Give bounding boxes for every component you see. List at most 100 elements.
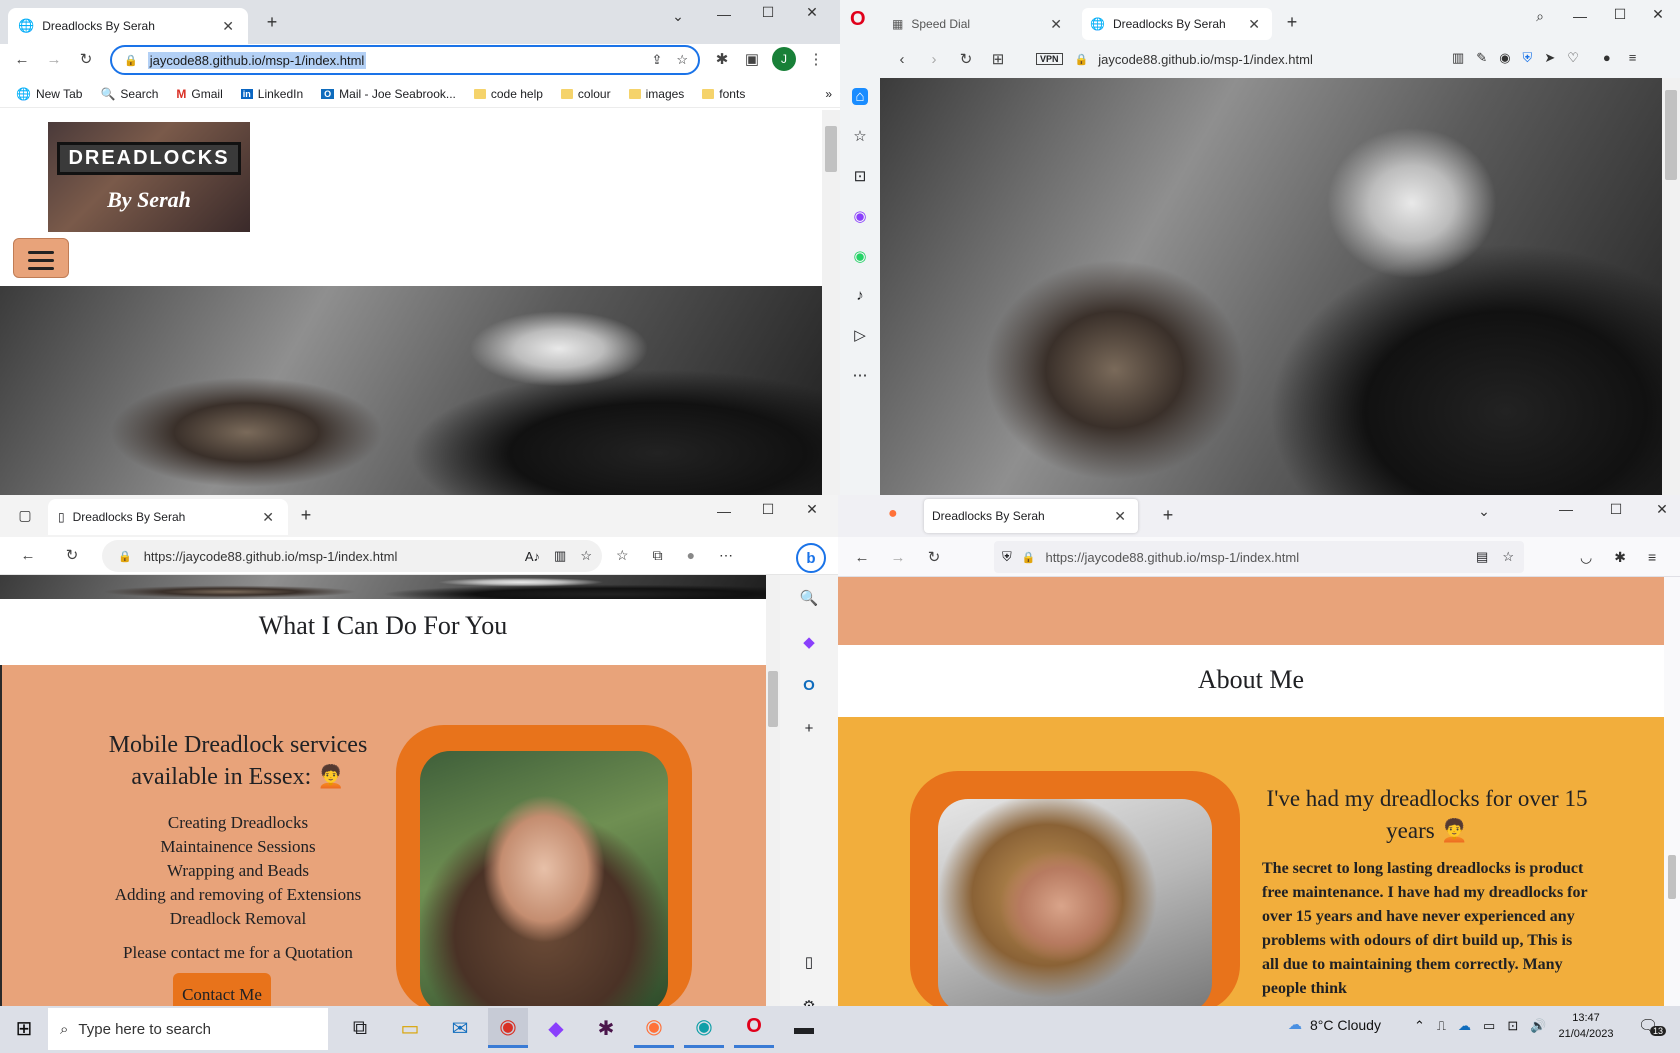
whatsapp-icon[interactable]: ◉ xyxy=(853,247,866,265)
task-view-icon[interactable]: ⧉ xyxy=(340,1008,380,1048)
site-logo[interactable]: DREADLOCKS By Serah xyxy=(48,122,250,232)
scrollbar[interactable] xyxy=(766,575,780,1013)
back-icon[interactable]: ← xyxy=(10,47,34,71)
weather-widget[interactable]: ☁ 8°C Cloudy xyxy=(1288,1016,1381,1033)
forward-icon[interactable]: → xyxy=(42,47,66,71)
new-tab-button[interactable]: + xyxy=(1156,505,1180,526)
avatar[interactable]: J xyxy=(772,47,796,71)
scrollbar-thumb[interactable] xyxy=(825,126,837,172)
maximize-button[interactable]: ☐ xyxy=(1608,6,1632,23)
star-icon[interactable]: ☆ xyxy=(853,127,866,145)
maximize-button[interactable]: ☐ xyxy=(1604,501,1628,518)
copilot-icon[interactable]: ◆ xyxy=(536,1008,576,1048)
bing-icon[interactable]: b xyxy=(796,543,826,573)
heart-icon[interactable]: ♡ xyxy=(1567,50,1579,66)
bookmark-star-icon[interactable]: ☆ xyxy=(1502,549,1514,565)
new-tab-button[interactable]: + xyxy=(260,12,284,33)
edge-icon[interactable]: ◉ xyxy=(684,1008,724,1048)
close-window-button[interactable]: ✕ xyxy=(800,4,824,21)
avatar[interactable]: ● xyxy=(1603,50,1611,66)
immersive-reader-icon[interactable]: ▥ xyxy=(554,548,566,564)
address-bar[interactable]: 🔒 jaycode88.github.io/msp-1/index.html ⇪… xyxy=(110,45,700,75)
menu-toggle-button[interactable] xyxy=(13,238,69,278)
volume-icon[interactable]: 🔊 xyxy=(1530,1018,1546,1034)
slack-icon[interactable]: ✱ xyxy=(586,1008,626,1048)
collections-icon[interactable]: ⧉ xyxy=(653,547,663,564)
tab-search-icon[interactable]: ⌄ xyxy=(668,8,688,25)
bookmark-new-tab[interactable]: 🌐 New Tab xyxy=(16,87,82,101)
search-tabs-icon[interactable]: ⌕ xyxy=(1528,8,1552,25)
read-aloud-icon[interactable]: A♪ xyxy=(525,549,540,564)
search-icon[interactable]: 🔍 xyxy=(800,589,819,607)
start-button[interactable]: ⊞ xyxy=(4,1008,44,1048)
chrome-tab-active[interactable]: 🌐 Dreadlocks By Serah ✕ xyxy=(8,8,248,44)
extensions-icon[interactable]: ✱ xyxy=(710,47,734,71)
firefox-logo-icon[interactable]: ● xyxy=(888,505,898,523)
new-tab-button[interactable]: + xyxy=(1280,12,1304,33)
scrollbar-thumb[interactable] xyxy=(1668,855,1676,899)
tabs-grid-icon[interactable]: ⊞ xyxy=(986,47,1010,71)
taskbar-search[interactable]: ⌕ Type here to search xyxy=(48,1008,328,1050)
minimize-button[interactable]: — xyxy=(712,503,736,519)
close-tab-icon[interactable]: ✕ xyxy=(1110,508,1130,525)
vpn-badge[interactable]: VPN xyxy=(1036,53,1063,65)
reload-icon[interactable]: ↻ xyxy=(60,543,84,567)
bookmark-fonts[interactable]: fonts xyxy=(702,87,745,101)
new-tab-button[interactable]: + xyxy=(294,505,318,526)
share-icon[interactable]: ⇪ xyxy=(651,52,662,68)
player-icon[interactable]: ▷ xyxy=(854,326,866,344)
menu-icon[interactable]: ⋮ xyxy=(804,47,828,71)
scrollbar-thumb[interactable] xyxy=(768,671,778,727)
chrome-icon[interactable]: ◉ xyxy=(488,1008,528,1048)
close-tab-icon[interactable]: ✕ xyxy=(1046,16,1066,33)
battery-icon[interactable]: ▭ xyxy=(1483,1018,1495,1034)
network-icon[interactable]: ⊡ xyxy=(1507,1018,1518,1034)
shield-icon[interactable]: ⛨ xyxy=(1002,549,1012,565)
minimize-button[interactable]: — xyxy=(712,6,736,22)
address-bar[interactable]: VPN 🔒 jaycode88.github.io/msp-1/index.ht… xyxy=(1036,46,1436,72)
home-icon[interactable]: ⌂ xyxy=(852,88,868,105)
bookmark-search[interactable]: 🔍 Search xyxy=(100,87,158,101)
back-icon[interactable]: ← xyxy=(16,543,40,567)
file-explorer-icon[interactable]: ▭ xyxy=(390,1008,430,1048)
reader-icon[interactable]: ▥ xyxy=(1452,50,1464,66)
side-panel-icon[interactable]: ▣ xyxy=(740,47,764,71)
messenger-icon[interactable]: ◉ xyxy=(853,207,866,225)
tiktok-icon[interactable]: ♪ xyxy=(856,287,864,304)
opera-icon[interactable]: O xyxy=(734,1008,774,1048)
close-window-button[interactable]: ✕ xyxy=(1646,6,1670,23)
menu-icon[interactable]: ⋯ xyxy=(719,547,733,564)
notifications-button[interactable]: 🗨 13 xyxy=(1638,1016,1667,1036)
send-icon[interactable]: ➤ xyxy=(1544,50,1555,66)
avatar[interactable]: ● xyxy=(687,547,695,564)
hide-sidebar-icon[interactable]: ▯ xyxy=(805,953,813,971)
shield-icon[interactable]: ⛨ xyxy=(1523,50,1533,66)
usb-icon[interactable]: ⎍ xyxy=(1437,1018,1446,1034)
edit-icon[interactable]: ✎ xyxy=(1476,50,1487,66)
bookmark-colour[interactable]: colour xyxy=(560,87,611,101)
close-window-button[interactable]: ✕ xyxy=(800,501,824,518)
close-window-button[interactable]: ✕ xyxy=(1650,501,1674,518)
address-bar[interactable]: ⛨ 🔒 https://jaycode88.github.io/msp-1/in… xyxy=(994,541,1524,573)
minimize-button[interactable]: — xyxy=(1554,501,1578,517)
opera-logo-icon[interactable]: O xyxy=(850,8,866,31)
address-bar[interactable]: 🔒 https://jaycode88.github.io/msp-1/inde… xyxy=(102,540,602,572)
reader-view-icon[interactable]: ▤ xyxy=(1476,549,1488,565)
close-tab-icon[interactable]: ✕ xyxy=(1244,16,1264,33)
reload-icon[interactable]: ↻ xyxy=(74,47,98,71)
menu-icon[interactable]: ≡ xyxy=(1648,549,1656,566)
bookmark-linkedin[interactable]: in LinkedIn xyxy=(240,87,303,101)
minimize-button[interactable]: — xyxy=(1568,8,1592,24)
star-icon[interactable]: ☆ xyxy=(676,52,688,68)
copilot-icon[interactable]: ◆ xyxy=(803,633,815,651)
bookmark-code-help[interactable]: code help xyxy=(473,87,543,101)
tab-actions-icon[interactable]: ▢ xyxy=(14,507,36,524)
forward-icon[interactable]: → xyxy=(886,545,910,569)
shopping-icon[interactable]: ⊡ xyxy=(854,167,867,185)
clock[interactable]: 13:47 21/04/2023 xyxy=(1556,1010,1616,1042)
scrollbar[interactable] xyxy=(1664,577,1680,1013)
mail-icon[interactable]: ✉ xyxy=(440,1008,480,1048)
extensions-icon[interactable]: ✱ xyxy=(1614,549,1626,566)
close-tab-icon[interactable]: ✕ xyxy=(258,509,278,526)
bookmark-mail[interactable]: O Mail - Joe Seabrook... xyxy=(321,87,456,101)
